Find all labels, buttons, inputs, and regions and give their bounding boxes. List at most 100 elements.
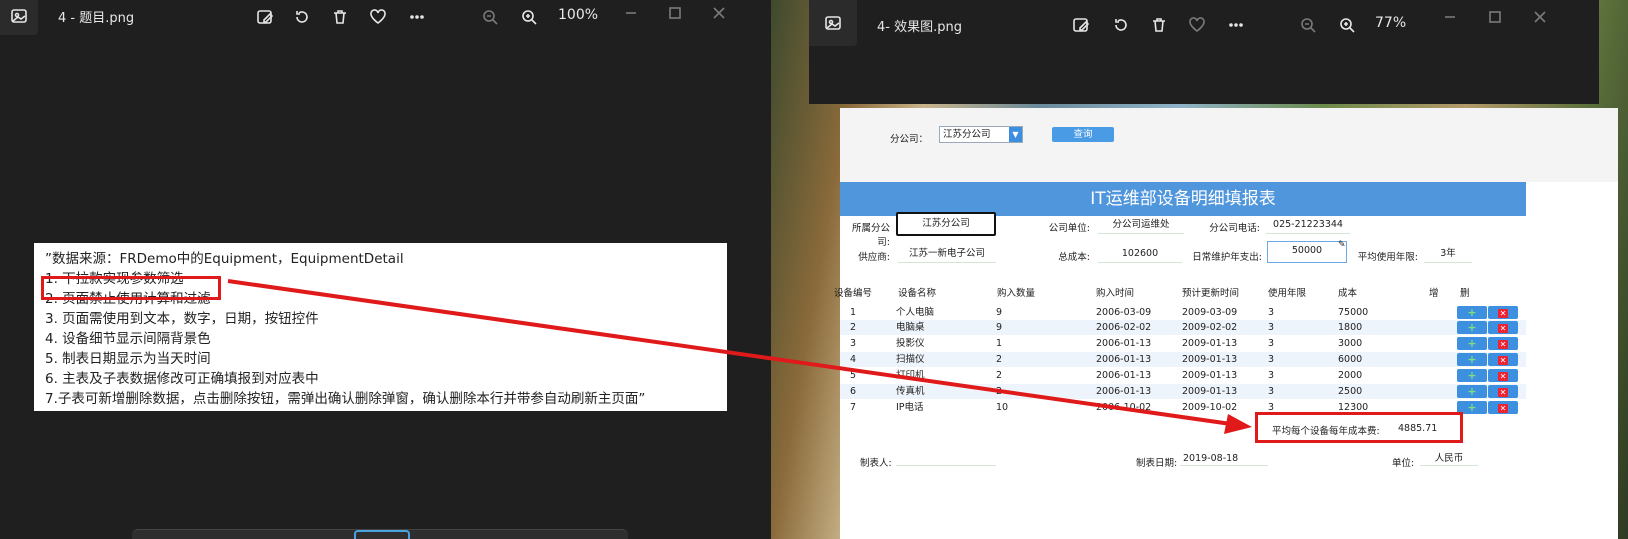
filmstrip-bar[interactable] bbox=[132, 529, 628, 539]
maximize-button[interactable] bbox=[664, 2, 686, 24]
cell-years[interactable]: 3 bbox=[1268, 352, 1274, 367]
cell-years[interactable]: 3 bbox=[1268, 384, 1274, 399]
add-row-button[interactable]: + bbox=[1457, 306, 1487, 319]
chevron-down-icon[interactable]: ▼ bbox=[1009, 127, 1022, 142]
cell-qty[interactable]: 9 bbox=[996, 320, 1002, 335]
phone-label: 分公司电话: bbox=[1209, 223, 1260, 234]
favorite-heart-icon[interactable] bbox=[366, 6, 390, 28]
zoom-out-icon[interactable] bbox=[478, 6, 502, 28]
branch-filter-dropdown[interactable]: 江苏分公司 ▼ bbox=[939, 126, 1023, 143]
delete-row-button[interactable]: ✕ bbox=[1488, 337, 1518, 350]
avg-years-field[interactable]: 3年 bbox=[1424, 245, 1472, 263]
cell-update-date[interactable]: 2009-01-13 bbox=[1182, 352, 1237, 367]
close-button[interactable] bbox=[1529, 6, 1551, 28]
cell-update-date[interactable]: 2009-01-13 bbox=[1182, 368, 1237, 383]
cell-buy-date[interactable]: 2006-03-09 bbox=[1096, 305, 1151, 320]
zoom-in-icon[interactable] bbox=[517, 6, 541, 28]
cell-years[interactable]: 3 bbox=[1268, 305, 1274, 320]
cell-years[interactable]: 3 bbox=[1268, 368, 1274, 383]
zoom-out-icon[interactable] bbox=[1296, 14, 1320, 36]
total-cost-field[interactable]: 102600 bbox=[1098, 245, 1182, 263]
minimize-button[interactable] bbox=[1439, 6, 1461, 28]
filmstrip-selected-thumb[interactable] bbox=[354, 530, 410, 539]
query-button[interactable]: 查询 bbox=[1052, 127, 1114, 142]
cell-id[interactable]: 2 bbox=[850, 320, 856, 335]
cell-id[interactable]: 7 bbox=[850, 400, 856, 415]
photos-app-icon[interactable] bbox=[0, 0, 38, 35]
delete-icon[interactable] bbox=[328, 6, 352, 28]
favorite-heart-icon[interactable] bbox=[1185, 14, 1209, 36]
cell-name[interactable]: 投影仪 bbox=[896, 336, 925, 351]
cell-update-date[interactable]: 2009-01-13 bbox=[1182, 336, 1237, 351]
cell-id[interactable]: 5 bbox=[850, 368, 856, 383]
cell-name[interactable]: IP电话 bbox=[896, 400, 924, 415]
cell-name[interactable]: 电脑桌 bbox=[896, 320, 925, 335]
maintenance-field[interactable]: 50000 bbox=[1267, 241, 1347, 263]
unit2-field[interactable]: 人民币 bbox=[1420, 452, 1478, 466]
zoom-in-icon[interactable] bbox=[1335, 14, 1359, 36]
cell-years[interactable]: 3 bbox=[1268, 336, 1274, 351]
cell-id[interactable]: 3 bbox=[850, 336, 856, 351]
cell-cost[interactable]: 75000 bbox=[1338, 305, 1368, 320]
cell-id[interactable]: 4 bbox=[850, 352, 856, 367]
cell-buy-date[interactable]: 2006-01-13 bbox=[1096, 368, 1151, 383]
cell-qty[interactable]: 2 bbox=[996, 384, 1002, 399]
cell-update-date[interactable]: 2009-10-02 bbox=[1182, 400, 1237, 415]
cell-cost[interactable]: 3000 bbox=[1338, 336, 1362, 351]
minimize-button[interactable] bbox=[620, 2, 642, 24]
cell-name[interactable]: 打印机 bbox=[896, 368, 925, 383]
cell-cost[interactable]: 1800 bbox=[1338, 320, 1362, 335]
cell-buy-date[interactable]: 2006-01-13 bbox=[1096, 352, 1151, 367]
cell-qty[interactable]: 2 bbox=[996, 352, 1002, 367]
cell-buy-date[interactable]: 2006-01-13 bbox=[1096, 384, 1151, 399]
edit-image-icon[interactable] bbox=[1069, 14, 1093, 36]
delete-row-button[interactable]: ✕ bbox=[1488, 369, 1518, 382]
add-row-button[interactable]: + bbox=[1457, 321, 1487, 334]
cell-update-date[interactable]: 2009-02-02 bbox=[1182, 320, 1237, 335]
more-options-icon[interactable] bbox=[405, 6, 429, 28]
cell-buy-date[interactable]: 2006-01-13 bbox=[1096, 336, 1151, 351]
delete-row-button[interactable]: ✕ bbox=[1488, 321, 1518, 334]
cell-name[interactable]: 传真机 bbox=[896, 384, 925, 399]
delete-row-button[interactable]: ✕ bbox=[1488, 401, 1518, 414]
edit-image-icon[interactable] bbox=[253, 6, 277, 28]
add-row-button[interactable]: + bbox=[1457, 385, 1487, 398]
photos-app-icon[interactable] bbox=[809, 0, 857, 46]
date-field[interactable]: 2019-08-18 bbox=[1180, 452, 1268, 466]
phone-field[interactable]: 025-21223344 bbox=[1266, 216, 1350, 234]
cell-buy-date[interactable]: 2006-02-02 bbox=[1096, 320, 1151, 335]
cell-cost[interactable]: 2500 bbox=[1338, 384, 1362, 399]
cell-qty[interactable]: 2 bbox=[996, 368, 1002, 383]
col-header-buy-date: 购入时间 bbox=[1096, 288, 1135, 299]
delete-icon[interactable] bbox=[1147, 14, 1171, 36]
close-button[interactable] bbox=[708, 2, 730, 24]
rotate-icon[interactable] bbox=[290, 6, 314, 28]
rotate-icon[interactable] bbox=[1109, 14, 1133, 36]
more-options-icon[interactable] bbox=[1224, 14, 1248, 36]
add-row-button[interactable]: + bbox=[1457, 337, 1487, 350]
cell-name[interactable]: 扫描仪 bbox=[896, 352, 925, 367]
cell-years[interactable]: 3 bbox=[1268, 320, 1274, 335]
maximize-button[interactable] bbox=[1484, 6, 1506, 28]
cell-id[interactable]: 1 bbox=[850, 305, 856, 320]
delete-row-button[interactable]: ✕ bbox=[1488, 306, 1518, 319]
delete-row-button[interactable]: ✕ bbox=[1488, 385, 1518, 398]
cell-cost[interactable]: 2000 bbox=[1338, 368, 1362, 383]
cell-cost[interactable]: 6000 bbox=[1338, 352, 1362, 367]
cell-qty[interactable]: 9 bbox=[996, 305, 1002, 320]
unit-field[interactable]: 分公司运维处 bbox=[1098, 216, 1184, 234]
cell-update-date[interactable]: 2009-03-09 bbox=[1182, 305, 1237, 320]
add-row-button[interactable]: + bbox=[1457, 369, 1487, 382]
add-row-button[interactable]: + bbox=[1457, 353, 1487, 366]
cell-qty[interactable]: 10 bbox=[996, 400, 1008, 415]
table-row: 6 传真机 2 2006-01-13 2009-01-13 3 2500 + ✕ bbox=[840, 384, 1526, 399]
supplier-field[interactable]: 江苏一新电子公司 bbox=[898, 245, 996, 263]
cell-name[interactable]: 个人电脑 bbox=[896, 305, 934, 320]
cell-buy-date[interactable]: 2006-10-02 bbox=[1096, 400, 1151, 415]
cell-id[interactable]: 6 bbox=[850, 384, 856, 399]
cell-update-date[interactable]: 2009-01-13 bbox=[1182, 384, 1237, 399]
cell-qty[interactable]: 1 bbox=[996, 336, 1002, 351]
maker-field[interactable] bbox=[896, 452, 996, 466]
branch-field[interactable]: 江苏分公司 bbox=[896, 212, 996, 236]
delete-row-button[interactable]: ✕ bbox=[1488, 353, 1518, 366]
